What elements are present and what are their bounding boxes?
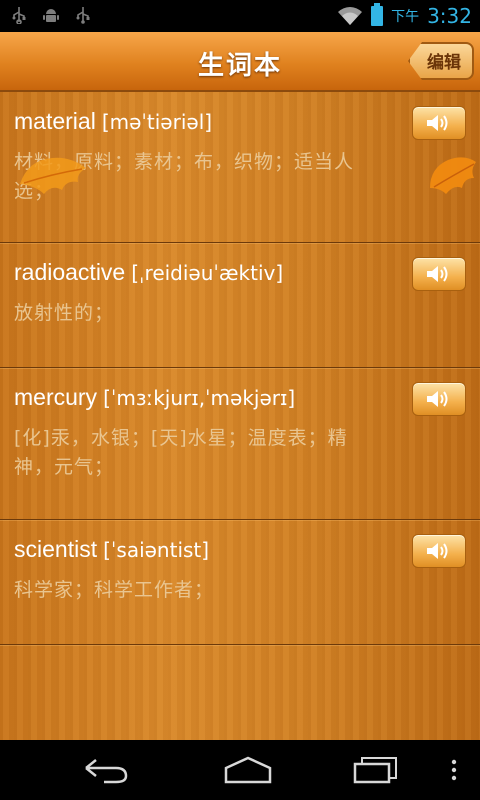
battery-icon bbox=[371, 3, 384, 26]
word-text: mercury bbox=[14, 384, 98, 410]
phonetic-text: [ˌreidiəuˈæktiv] bbox=[131, 261, 284, 285]
speaker-button[interactable] bbox=[412, 257, 466, 291]
list-item[interactable]: scientist [ˈsaiəntist] 科学家；科学工作者； bbox=[0, 520, 480, 645]
page-title: 生词本 bbox=[197, 51, 282, 81]
recent-apps-icon[interactable] bbox=[352, 756, 400, 784]
back-icon[interactable] bbox=[82, 756, 130, 784]
phonetic-text: [ˈmɜːkjurɪ,ˈməkjərɪ] bbox=[103, 386, 296, 410]
status-time: 3:32 bbox=[427, 4, 472, 28]
phonetic-text: [ˈsaiəntist] bbox=[103, 538, 210, 562]
autumn-leaf-icon bbox=[20, 157, 86, 194]
menu-icon[interactable] bbox=[448, 756, 460, 784]
list-item[interactable]: radioactive [ˌreidiəuˈæktiv] 放射性的； bbox=[0, 243, 480, 368]
word-text: radioactive bbox=[14, 259, 126, 285]
autumn-leaf-icon bbox=[430, 157, 476, 194]
word-text: material bbox=[14, 108, 96, 134]
meaning-text: [化]汞，水银；[天]水星；温度表；精神，元气； bbox=[14, 427, 348, 478]
speaker-button[interactable] bbox=[412, 382, 466, 416]
phonetic-text: [məˈtiəriəl] bbox=[101, 110, 213, 134]
edit-button[interactable]: 编辑 bbox=[408, 42, 474, 80]
usb-icon bbox=[74, 6, 92, 24]
speaker-icon bbox=[427, 543, 448, 559]
title-bar: 生词本 编辑 bbox=[0, 32, 480, 92]
speaker-button[interactable] bbox=[412, 106, 466, 140]
speaker-icon bbox=[427, 115, 448, 131]
system-nav-bar bbox=[0, 740, 480, 800]
meaning-text: 科学家；科学工作者； bbox=[14, 579, 215, 601]
word-list: material [məˈtiəriəl] 材料，原料；素材；布，织物；适当人选；… bbox=[0, 92, 480, 740]
android-debug-icon bbox=[42, 6, 60, 24]
wifi-icon bbox=[338, 7, 363, 25]
list-item[interactable]: mercury [ˈmɜːkjurɪ,ˈməkjərɪ] [化]汞，水银；[天]水… bbox=[0, 368, 480, 520]
word-text: scientist bbox=[14, 536, 98, 562]
status-bar: 下午 3:32 bbox=[0, 0, 480, 32]
speaker-button[interactable] bbox=[412, 534, 466, 568]
speaker-icon bbox=[427, 391, 448, 407]
meaning-text: 放射性的； bbox=[14, 302, 115, 324]
speaker-icon bbox=[427, 266, 448, 282]
usb-icon bbox=[10, 6, 28, 25]
home-icon[interactable] bbox=[222, 756, 274, 784]
status-ampm: 下午 bbox=[391, 9, 420, 25]
